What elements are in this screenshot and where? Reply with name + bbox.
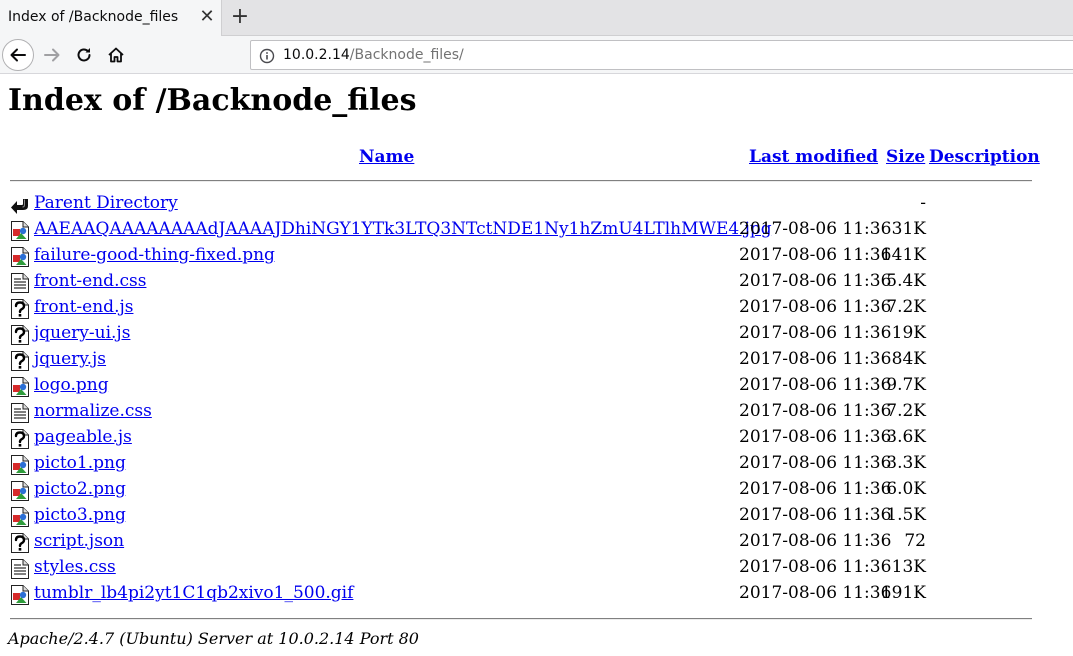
- file-link[interactable]: front-end.js: [34, 297, 133, 317]
- file-link[interactable]: tumblr_lb4pi2yt1C1qb2xivo1_500.gif: [34, 583, 353, 603]
- sort-by-last-modified-link[interactable]: Last modified: [749, 147, 878, 167]
- text-file-icon: [10, 272, 30, 294]
- back-arrow-nav-icon: [10, 48, 26, 62]
- page-title: Index of /Backnode_files: [8, 83, 417, 118]
- back-arrow-icon: [11, 199, 28, 214]
- sort-by-name-link[interactable]: Name: [359, 147, 414, 167]
- image-file-icon: [10, 246, 30, 268]
- file-size: 7.2K: [886, 297, 926, 317]
- site-info-icon[interactable]: [259, 48, 275, 64]
- reload-icon: [77, 48, 91, 62]
- file-row: picto2.png 2017-08-06 11:36 6.0K: [0, 478, 1073, 504]
- file-size: 9.7K: [886, 375, 926, 395]
- file-link[interactable]: picto3.png: [34, 505, 126, 525]
- url-text: 10.0.2.14/Backnode_files/: [283, 47, 464, 63]
- file-row: front-end.js 2017-08-06 11:36 7.2K: [0, 296, 1073, 322]
- file-link[interactable]: logo.png: [34, 375, 109, 395]
- file-row: script.json 2017-08-06 11:36 72: [0, 530, 1073, 556]
- file-link[interactable]: picto1.png: [34, 453, 126, 473]
- unknown-file-icon: [10, 350, 30, 372]
- forward-arrow-icon: [44, 48, 60, 62]
- file-link[interactable]: styles.css: [34, 557, 116, 577]
- file-size: 31K: [891, 219, 926, 239]
- server-signature: Apache/2.4.7 (Ubuntu) Server at 10.0.2.1…: [8, 629, 419, 648]
- file-row: styles.css 2017-08-06 11:36 13K: [0, 556, 1073, 582]
- file-row: picto3.png 2017-08-06 11:36 1.5K: [0, 504, 1073, 530]
- address-bar[interactable]: 10.0.2.14/Backnode_files/: [250, 40, 1073, 70]
- page-content: Index of /Backnode_files Name Last modif…: [0, 75, 1073, 656]
- text-file-icon: [10, 558, 30, 580]
- home-button[interactable]: [100, 39, 132, 71]
- unknown-file-icon: [10, 298, 30, 320]
- url-path: /Backnode_files/: [349, 47, 464, 63]
- image-file-icon: [10, 480, 30, 502]
- header-divider: [10, 180, 1032, 182]
- image-file-icon: [10, 376, 30, 398]
- file-size: 191K: [880, 583, 926, 603]
- file-size: 5.4K: [886, 271, 926, 291]
- forward-button[interactable]: [36, 39, 68, 71]
- unknown-file-icon: [10, 428, 30, 450]
- reload-button[interactable]: [68, 39, 100, 71]
- file-row: front-end.css 2017-08-06 11:36 5.4K: [0, 270, 1073, 296]
- image-file-icon: [10, 454, 30, 476]
- image-file-icon: [10, 220, 30, 242]
- unknown-file-icon: [10, 532, 30, 554]
- new-tab-icon[interactable]: +: [229, 5, 251, 29]
- image-file-icon: [10, 584, 30, 606]
- text-file-icon: [10, 402, 30, 424]
- footer-divider: [10, 618, 1032, 620]
- file-size: 3.3K: [886, 453, 926, 473]
- file-size: 6.0K: [886, 479, 926, 499]
- file-row: normalize.css 2017-08-06 11:36 7.2K: [0, 400, 1073, 426]
- close-tab-icon[interactable]: ✕: [198, 8, 216, 26]
- sort-by-description-link[interactable]: Description: [929, 147, 1040, 167]
- file-link[interactable]: pageable.js: [34, 427, 132, 447]
- file-row: jquery.js 2017-08-06 11:36 84K: [0, 348, 1073, 374]
- parent-size: -: [920, 193, 926, 213]
- sort-by-size-link[interactable]: Size: [886, 147, 925, 167]
- back-button[interactable]: [2, 39, 34, 71]
- tab-active[interactable]: Index of /Backnode_files ✕: [0, 0, 222, 36]
- unknown-file-icon: [10, 324, 30, 346]
- parent-directory-link[interactable]: Parent Directory: [34, 193, 178, 213]
- file-size: 1.5K: [886, 505, 926, 525]
- file-link[interactable]: picto2.png: [34, 479, 126, 499]
- url-host: 10.0.2.14: [283, 47, 350, 63]
- file-row: tumblr_lb4pi2yt1C1qb2xivo1_500.gif 2017-0…: [0, 582, 1073, 608]
- file-link[interactable]: jquery.js: [34, 349, 106, 369]
- file-row: failure-good-thing-fixed.png 2017-08-06 1…: [0, 244, 1073, 270]
- file-size: 3.6K: [886, 427, 926, 447]
- file-link[interactable]: front-end.css: [34, 271, 146, 291]
- file-size: 84K: [891, 349, 926, 369]
- file-link[interactable]: normalize.css: [34, 401, 152, 421]
- file-link[interactable]: failure-good-thing-fixed.png: [34, 245, 275, 265]
- file-row: jquery-ui.js 2017-08-06 11:36 19K: [0, 322, 1073, 348]
- tab-title: Index of /Backnode_files: [8, 9, 179, 25]
- file-size: 141K: [880, 245, 926, 265]
- file-size: 13K: [891, 557, 926, 577]
- file-size: 7.2K: [886, 401, 926, 421]
- tab-strip: Index of /Backnode_files ✕ +: [0, 0, 1073, 36]
- navigation-toolbar: 10.0.2.14/Backnode_files/: [0, 36, 1073, 74]
- file-size: 19K: [891, 323, 926, 343]
- file-row: picto1.png 2017-08-06 11:36 3.3K: [0, 452, 1073, 478]
- file-link[interactable]: jquery-ui.js: [34, 323, 130, 343]
- file-row: pageable.js 2017-08-06 11:36 3.6K: [0, 426, 1073, 452]
- file-row: logo.png 2017-08-06 11:36 9.7K: [0, 374, 1073, 400]
- parent-directory-row: Parent Directory -: [0, 192, 1073, 218]
- file-row: AAEAAQAAAAAAAAdJAAAAJDhiNGY1YTk3LTQ3NTct…: [0, 218, 1073, 244]
- home-icon: [108, 47, 124, 63]
- file-size: 72: [904, 531, 926, 551]
- file-link[interactable]: AAEAAQAAAAAAAAdJAAAAJDhiNGY1YTk3LTQ3NTct…: [34, 219, 772, 239]
- file-link[interactable]: script.json: [34, 531, 124, 551]
- image-file-icon: [10, 506, 30, 528]
